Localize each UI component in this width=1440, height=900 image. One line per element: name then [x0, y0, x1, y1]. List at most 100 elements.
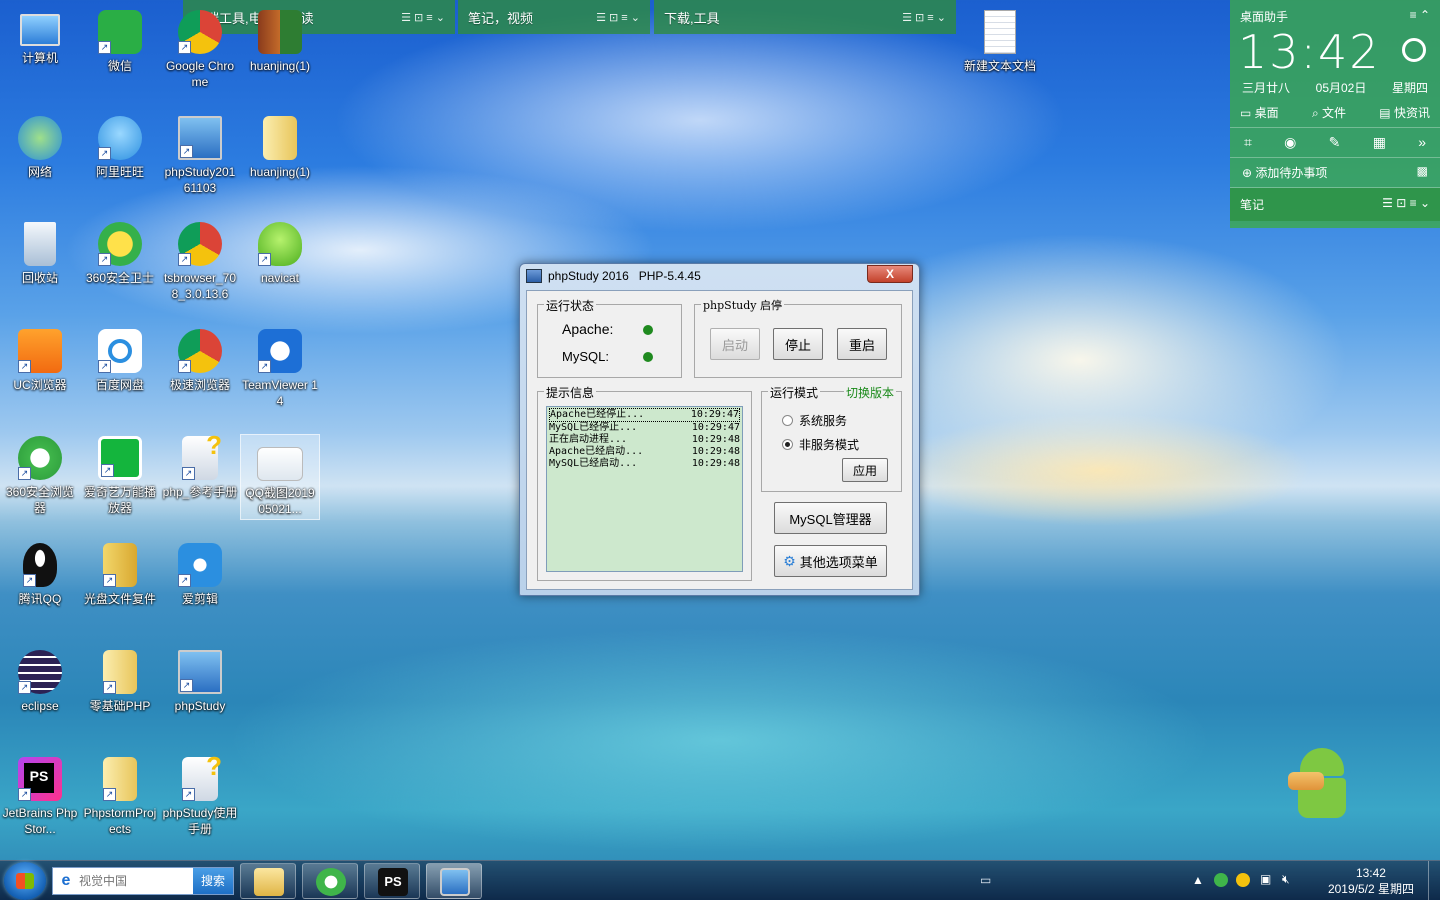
close-button[interactable]: X [867, 265, 913, 283]
eye-icon[interactable]: ◉ [1284, 134, 1296, 151]
desktop-icon-recycle-bin[interactable]: 回收站 [0, 222, 80, 286]
desktop-icon-aijianji[interactable]: ↗ 爱剪辑 [160, 543, 240, 607]
desktop-icon-php-zero[interactable]: ↗ 零基础PHP [80, 650, 160, 714]
desktop-assistant[interactable]: 桌面助手 ≡ ⌃ 13:42 三月廿八 05月02日 星期四 ▭ 桌面 ⌕ 文件… [1230, 0, 1440, 228]
other-options-menu-button[interactable]: ⚙ 其他选项菜单 [774, 545, 887, 577]
taskbar-clock[interactable]: 13:42 2019/5/2 星期四 [1328, 865, 1414, 897]
desktop-icon-360-security[interactable]: ↗ 360安全卫士 [80, 222, 160, 286]
tab-desktop[interactable]: ▭ 桌面 [1240, 104, 1279, 121]
taskbar-explorer[interactable] [240, 863, 296, 899]
desktop-icon-iqiyi[interactable]: ↗ 爱奇艺万能播放器 [80, 436, 160, 516]
fence-controls[interactable]: ☰ ⊡ ≡ ⌄ [902, 11, 946, 24]
restart-button[interactable]: 重启 [837, 328, 887, 360]
search-input[interactable] [79, 874, 191, 888]
mysql-status-indicator [643, 352, 653, 362]
desktop-icon-teamviewer[interactable]: ↗ TeamViewer 14 [240, 329, 320, 409]
sunny-weather-icon[interactable] [1402, 38, 1426, 62]
show-hidden-icons[interactable]: ▲ [1192, 873, 1204, 887]
desktop-icon-navicat[interactable]: ↗ navicat [240, 222, 320, 286]
taskbar-search[interactable]: e 搜索 [52, 867, 234, 895]
desktop-icon-phpstudy20161103[interactable]: ↗ phpStudy20161103 [160, 116, 240, 196]
search-button[interactable]: 搜索 [193, 868, 233, 894]
taskbar-phpstorm[interactable]: PS [364, 863, 420, 899]
more-icon[interactable]: » [1418, 134, 1426, 151]
desktop-icon-php-manual[interactable]: ? ↗ php_参考手册 [160, 430, 240, 500]
desktop-icon-new-text-document[interactable]: 新建文本文档 [960, 10, 1040, 74]
notes-controls[interactable]: ☰ ⊡ ≡ ⌄ [1382, 196, 1430, 213]
desktop-icon-aliwangwang[interactable]: ↗ 阿里旺旺 [80, 116, 160, 180]
edit-icon[interactable]: ✎ [1329, 134, 1341, 151]
desktop-icon-network[interactable]: 网络 [0, 116, 80, 180]
desktop-icon-phpstudy[interactable]: ↗ phpStudy [160, 650, 240, 714]
desktop-icon-tsbrowser[interactable]: ↗ tsbrowser_708_3.0.13.6 [160, 222, 240, 302]
desktop-icon-qq[interactable]: ↗ 腾讯QQ [0, 543, 80, 607]
tab-files[interactable]: ⌕ 文件 [1312, 104, 1346, 121]
qq-icon: ↗ [23, 543, 57, 587]
network-icon[interactable]: ▣ [1260, 872, 1271, 886]
fence-controls[interactable]: ☰ ⊡ ≡ ⌄ [596, 11, 640, 24]
phpstudy-icon: ↗ [178, 650, 222, 694]
phpstudy-window[interactable]: phpStudy 2016 PHP-5.4.45 X 运行状态 Apache: … [519, 263, 920, 596]
folder-icon: ↗ [103, 650, 137, 694]
apache-label: Apache: [562, 321, 614, 337]
fence-notes-videos[interactable]: 笔记，视频 ☰ ⊡ ≡ ⌄ [458, 0, 650, 34]
desktop-icon-google-chrome[interactable]: ↗ Google Chrome [160, 10, 240, 90]
desktop-icon-phpstorm[interactable]: PS ↗ JetBrains PhpStor... [0, 757, 80, 837]
solar-date: 05月02日 [1315, 81, 1367, 95]
assistant-menu-icon[interactable]: ≡ ⌃ [1410, 8, 1430, 25]
desktop-icon-phpstudy-manual[interactable]: ? ↗ phpStudy使用手册 [160, 751, 240, 837]
add-todo-button[interactable]: ⊕ 添加待办事项 [1242, 164, 1327, 181]
chrome-icon: ↗ [178, 329, 222, 373]
desktop-icon-disc-folder[interactable]: ↗ 光盘文件复件 [80, 543, 160, 607]
log-row: Apache已经停止... 10:29:47 [549, 408, 740, 422]
desktop-icon-jisu-browser[interactable]: ↗ 极速浏览器 [160, 329, 240, 393]
window-body: 运行状态 Apache: MySQL: phpStudy 启停 启动 停止 重启… [526, 290, 913, 590]
desktop-icon-computer[interactable]: 计算机 [0, 10, 80, 66]
start-button[interactable]: 启动 [710, 328, 760, 360]
lunar-date: 三月廿八 [1242, 81, 1291, 95]
switch-version-link[interactable]: 切换版本 [844, 384, 897, 401]
qr-icon[interactable]: ▩ [1417, 164, 1428, 181]
radio-circle-selected [782, 439, 793, 450]
android-mascot-widget[interactable] [1288, 742, 1354, 826]
taskbar-360-browser[interactable] [302, 863, 358, 899]
wechat-icon: ↗ [98, 10, 142, 54]
desktop-icon-huanjing-folder[interactable]: huanjing(1) [240, 116, 320, 180]
apply-button[interactable]: 应用 [842, 458, 888, 482]
volume-muted-icon[interactable]: 🔇︎ [1282, 872, 1290, 887]
360-browser-tray-icon[interactable] [1214, 873, 1228, 887]
mode-system-service-radio[interactable]: 系统服务 [782, 412, 847, 429]
control-group: phpStudy 启停 启动 停止 重启 [694, 297, 902, 378]
eclipse-icon: ↗ [18, 650, 62, 694]
folder-icon: ↗ [103, 757, 137, 801]
desktop-icon-wechat[interactable]: ↗ 微信 [80, 10, 160, 74]
assistant-toolbar[interactable]: ⌗ ◉ ✎ ▦ » [1230, 128, 1440, 158]
stop-button[interactable]: 停止 [773, 328, 823, 360]
desktop-icon-360-browser[interactable]: ↗ 360安全浏览器 [0, 436, 80, 516]
fence-controls[interactable]: ☰ ⊡ ≡ ⌄ [401, 11, 445, 24]
log-box[interactable]: Apache已经停止... 10:29:47 MySQL已经停止... 10:29:… [546, 406, 743, 572]
desktop-icon-qq-screenshot[interactable]: QQ截图201905021... [240, 434, 320, 520]
window-titlebar[interactable]: phpStudy 2016 PHP-5.4.45 [520, 264, 919, 288]
desktop-icon-eclipse[interactable]: ↗ eclipse [0, 650, 80, 714]
mode-non-service-radio[interactable]: 非服务模式 [782, 436, 859, 453]
360-security-tray-icon[interactable] [1236, 873, 1250, 887]
desktop-icon-phpstorm-projects[interactable]: ↗ PhpstormProjects [80, 757, 160, 837]
fence-downloads-tools[interactable]: 下载,工具 ☰ ⊡ ≡ ⌄ [654, 0, 956, 34]
apache-status-indicator [643, 325, 653, 335]
calculator-icon[interactable]: ▦ [1373, 134, 1386, 151]
keyboard-icon[interactable]: ▭ [980, 873, 991, 887]
crop-icon[interactable]: ⌗ [1244, 134, 1252, 151]
360-browser-icon: ↗ [18, 436, 62, 480]
status-group: 运行状态 Apache: MySQL: [537, 297, 682, 378]
tab-news[interactable]: ▤ 快资讯 [1379, 104, 1430, 121]
desktop-icon-huanjing-archive[interactable]: huanjing(1) [240, 10, 320, 74]
taskbar-phpstudy[interactable] [426, 863, 482, 899]
desktop-icon-uc-browser[interactable]: ↗ UC浏览器 [0, 329, 80, 393]
desktop-icon-baidu-netdisk[interactable]: ↗ 百度网盘 [80, 329, 160, 393]
show-desktop-button[interactable] [1428, 861, 1440, 900]
uc-browser-icon: ↗ [18, 329, 62, 373]
start-button[interactable] [4, 862, 46, 900]
mysql-manager-button[interactable]: MySQL管理器 [774, 502, 887, 534]
navicat-icon: ↗ [258, 222, 302, 266]
